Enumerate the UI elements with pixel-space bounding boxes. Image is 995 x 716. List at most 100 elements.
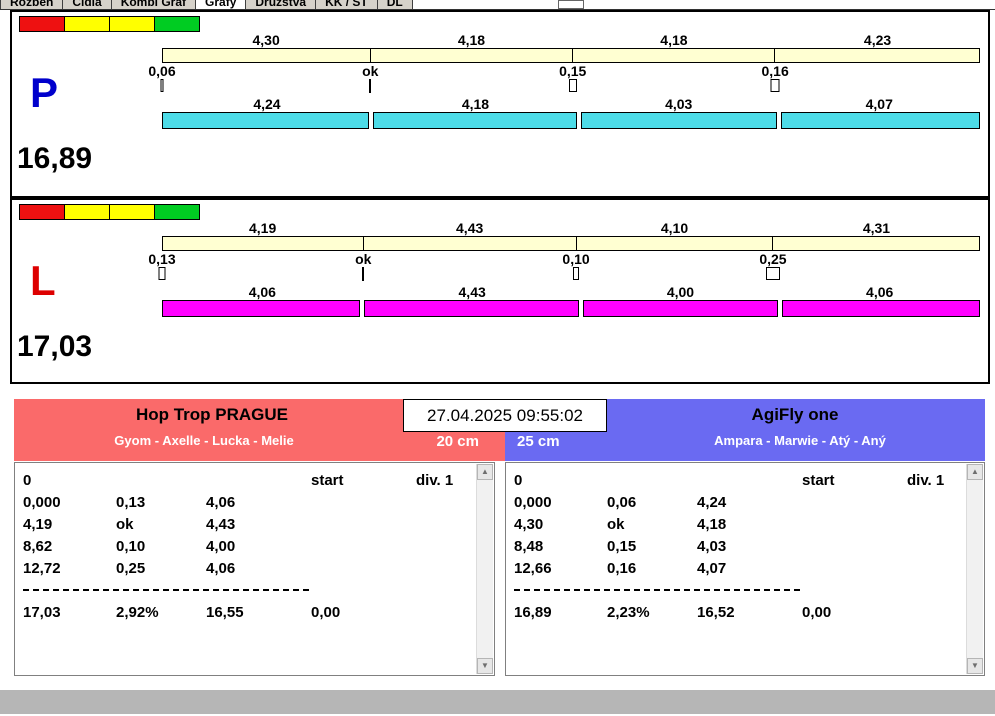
- exchange-tick: [765, 267, 780, 280]
- tab-strip-control[interactable]: [558, 0, 584, 9]
- exchange-value: 0,15: [607, 537, 637, 555]
- exchange-value: 0,25: [116, 559, 146, 577]
- exchange-ticks: [158, 267, 980, 284]
- team-name: AgiFly one: [751, 404, 839, 424]
- table-row: 4,30 ok 4,18: [514, 513, 960, 535]
- split-label: 4,23: [863, 32, 892, 48]
- status-indicators: [19, 16, 200, 32]
- table-row: 8,48 0,15 4,03: [514, 535, 960, 557]
- tab-kombi-graf[interactable]: Kombi Graf: [110, 0, 196, 9]
- table-row: 0,000 0,13 4,06: [23, 491, 470, 513]
- reference-bar: [162, 236, 980, 251]
- split-label: 4,30: [252, 32, 280, 48]
- scroll-down-icon[interactable]: ▼: [477, 658, 493, 674]
- tab-dl[interactable]: DL: [376, 0, 413, 9]
- totals-row: 16,89 2,23% 16,52 0,00: [514, 601, 960, 623]
- opponent-split-labels: 4,30 4,18 4,18 4,23: [162, 32, 980, 48]
- exchange-tick: [362, 267, 365, 281]
- cum-time: 12,72: [23, 559, 61, 577]
- exchange-value: 0,06: [607, 493, 637, 511]
- separator-line: [23, 589, 309, 591]
- cum-time: 8,62: [23, 537, 53, 555]
- team-headers: Hop Trop PRAGUE Gyom - Axelle - Lucka - …: [14, 399, 985, 461]
- totals-row: 17,03 2,92% 16,55 0,00: [23, 601, 470, 623]
- team-category: 20 cm: [436, 433, 479, 450]
- cum-time: 0,000: [514, 493, 552, 511]
- timestamp-text: 27.04.2025 09:55:02: [427, 405, 583, 425]
- cum-time: 0,000: [23, 493, 61, 511]
- split-time: 4,06: [206, 493, 236, 511]
- exchange-ticks: [160, 79, 980, 96]
- scroll-down-icon[interactable]: ▼: [967, 658, 983, 674]
- exchange-value: 0,13: [116, 493, 146, 511]
- exchange-label: ok: [355, 251, 372, 267]
- total-percent: 2,23%: [607, 603, 650, 621]
- table-header-row: 0 start div. 1: [23, 469, 470, 491]
- split-time: 4,24: [697, 493, 727, 511]
- tab-kk-st[interactable]: KK / ST: [315, 0, 377, 9]
- reference-bar: [162, 48, 980, 63]
- bar-segment: [163, 49, 370, 62]
- exchange-label: ok: [362, 63, 379, 79]
- bar-segment: [575, 237, 773, 250]
- tab-rozbeh[interactable]: Rozběh: [0, 0, 63, 9]
- split-label: 4,03: [665, 96, 693, 112]
- app-window: Rozběh Čidla Kombi Graf Grafy Družstva K…: [0, 0, 995, 716]
- team-result-table-right: 0 start div. 1 0,000 0,06 4,24 4,30 ok 4…: [505, 462, 985, 676]
- exchange-label: 0,10: [562, 251, 590, 267]
- exchange-label: 0,25: [759, 251, 787, 267]
- exchange-labels: 0,13 ok 0,10 0,25: [148, 251, 980, 267]
- lane-bar: [162, 300, 981, 317]
- table-scrollbar[interactable]: ▲ ▼: [476, 464, 493, 674]
- bar-segment: [774, 49, 979, 62]
- cum-time: 8,48: [514, 537, 544, 555]
- split-label: 4,06: [248, 284, 276, 300]
- exchange-value: ok: [116, 515, 134, 533]
- exchange-tick: [158, 267, 166, 280]
- team-members: Gyom - Axelle - Lucka - Melie: [114, 433, 294, 448]
- scroll-up-icon[interactable]: ▲: [477, 464, 493, 480]
- total-percent: 2,92%: [116, 603, 159, 621]
- lane-bar: [162, 112, 981, 129]
- exchange-tick: [770, 79, 780, 92]
- exchange-label: 0,16: [761, 63, 789, 79]
- tab-druzstva[interactable]: Družstva: [245, 0, 316, 9]
- split-label: 4,18: [457, 32, 486, 48]
- bar-segment: [363, 300, 580, 317]
- cum-time: 4,30: [514, 515, 544, 533]
- split-label: 4,07: [865, 96, 893, 112]
- lane-total-time: 16,89: [17, 142, 93, 175]
- status-indicators: [19, 204, 200, 220]
- tab-cidla[interactable]: Čidla: [62, 0, 111, 9]
- table-row: 12,72 0,25 4,06: [23, 557, 470, 579]
- net-time: 16,52: [697, 603, 735, 621]
- split-time: 4,07: [697, 559, 727, 577]
- status-indicator-green: [154, 204, 200, 220]
- lane-panel-l: 4,19 4,43 4,10 4,31 0,13 ok 0,10 0,25 4,…: [10, 198, 990, 384]
- split-label: 4,43: [458, 284, 486, 300]
- table-scrollbar[interactable]: ▲ ▼: [966, 464, 983, 674]
- tab-grafy[interactable]: Grafy: [195, 0, 246, 9]
- bar-segment: [163, 237, 363, 250]
- status-indicator-yellow-1: [64, 16, 110, 32]
- exchange-tick: [160, 79, 164, 92]
- result-tables: 0 start div. 1 0,000 0,13 4,06 4,19 ok 4…: [14, 462, 985, 676]
- division-label: div. 1: [416, 471, 454, 489]
- penalty: 0,00: [311, 603, 341, 621]
- status-indicator-yellow-2: [109, 16, 155, 32]
- status-indicator-red: [19, 16, 65, 32]
- status-bar: [0, 690, 995, 714]
- total-time: 16,89: [514, 603, 552, 621]
- split-label: 4,10: [660, 220, 689, 236]
- exchange-labels: 0,06 ok 0,15 0,16: [148, 63, 980, 79]
- bar-segment: [372, 112, 577, 129]
- scroll-up-icon[interactable]: ▲: [967, 464, 983, 480]
- lane-split-labels: 4,06 4,43 4,00 4,06: [162, 284, 980, 300]
- lane-letter: L: [30, 257, 56, 304]
- status-indicator-green: [154, 16, 200, 32]
- split-time: 4,06: [206, 559, 236, 577]
- split-graph: 4,19 4,43 4,10 4,31 0,13 ok 0,10 0,25 4,…: [148, 220, 981, 317]
- split-label: 4,18: [660, 32, 688, 48]
- bar-segment: [162, 300, 360, 317]
- split-graph: 4,30 4,18 4,18 4,23 0,06 ok 0,15 0,16 4,…: [148, 32, 981, 129]
